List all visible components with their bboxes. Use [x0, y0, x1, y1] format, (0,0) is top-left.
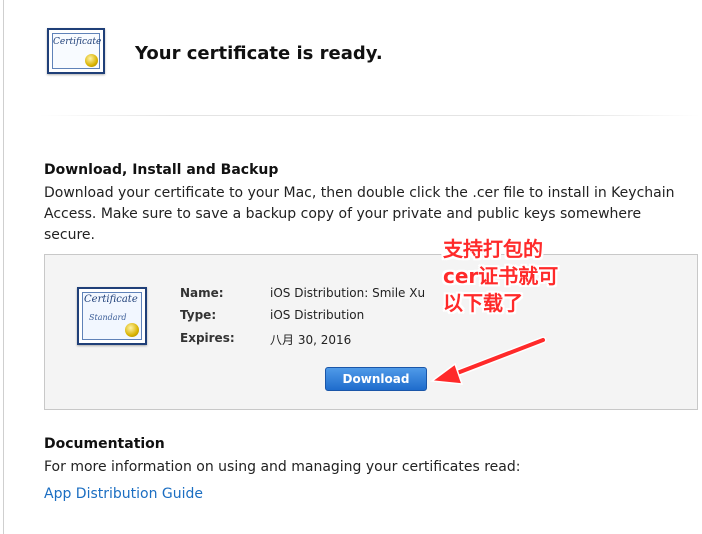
- documentation-description: For more information on using and managi…: [44, 459, 521, 475]
- annotation-line-2: cer证书就可: [443, 264, 559, 288]
- download-description-line2: Access. Make sure to save a backup copy …: [44, 206, 642, 243]
- annotation-note: 支持打包的 cer证书就可 以下载了: [443, 236, 583, 317]
- name-value: iOS Distribution: Smile Xu: [270, 286, 426, 300]
- left-border: [3, 0, 4, 534]
- expires-value: 八月 30, 2016: [270, 333, 352, 347]
- documentation-title: Documentation: [44, 436, 165, 452]
- annotation-line-1: 支持打包的: [443, 237, 543, 261]
- seal-icon: [125, 323, 139, 337]
- certificate-standard-icon: Certificate Standard: [77, 287, 147, 345]
- certificate-icon-title: Certificate: [84, 294, 138, 305]
- page-title: Your certificate is ready.: [135, 43, 383, 64]
- expires-label: Expires:: [180, 331, 235, 345]
- certificate-panel: Certificate Standard Name: iOS Distribut…: [44, 254, 698, 410]
- download-description-line1: Download your certificate to your Mac, t…: [44, 185, 675, 201]
- divider: [40, 115, 700, 116]
- download-section-title: Download, Install and Backup: [44, 162, 279, 178]
- certificate-icon: Certificate: [47, 28, 105, 74]
- certificate-icon-text: Certificate: [53, 37, 102, 47]
- download-button[interactable]: Download: [325, 367, 427, 391]
- type-label: Type:: [180, 308, 217, 322]
- name-label: Name:: [180, 286, 224, 300]
- type-value: iOS Distribution: [270, 308, 365, 322]
- app-distribution-guide-link[interactable]: App Distribution Guide: [44, 486, 203, 502]
- annotation-line-3: 以下载了: [443, 291, 523, 315]
- certificate-icon-subtitle: Standard: [89, 313, 127, 322]
- seal-icon: [85, 54, 98, 67]
